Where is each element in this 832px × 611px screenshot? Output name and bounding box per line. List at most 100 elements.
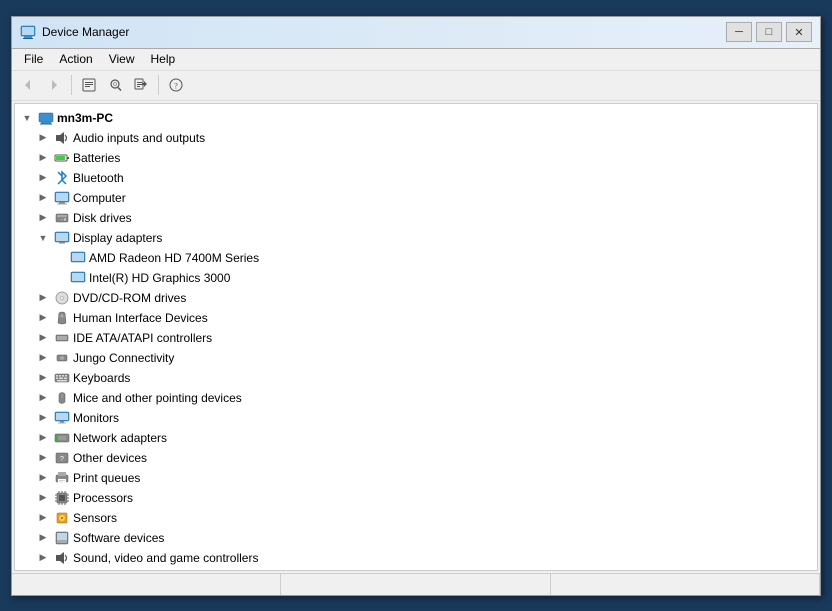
display-icon [54,230,70,246]
device-tree[interactable]: ▼ mn3m-PC ▶ [14,103,818,571]
menu-help[interactable]: Help [143,50,184,68]
tree-item-storage[interactable]: ▶ Storage controllers [15,568,817,571]
mice-expander[interactable]: ▶ [35,390,51,406]
print-label: Print queues [73,471,140,485]
bluetooth-expander[interactable]: ▶ [35,170,51,186]
other-icon: ? [54,450,70,466]
menu-file[interactable]: File [16,50,51,68]
audio-label: Audio inputs and outputs [73,131,205,145]
hid-expander[interactable]: ▶ [35,310,51,326]
monitors-expander[interactable]: ▶ [35,410,51,426]
ide-icon [54,330,70,346]
properties-button[interactable] [77,73,101,97]
content-area: ▼ mn3m-PC ▶ [12,101,820,573]
processors-expander[interactable]: ▶ [35,490,51,506]
amd-label: AMD Radeon HD 7400M Series [89,251,259,265]
dvd-expander[interactable]: ▶ [35,290,51,306]
status-segment-2 [281,574,550,595]
disk-icon [54,210,70,226]
tree-item-print[interactable]: ▶ Print queues [15,468,817,488]
ide-label: IDE ATA/ATAPI controllers [73,331,212,345]
sensors-expander[interactable]: ▶ [35,510,51,526]
menu-view[interactable]: View [101,50,143,68]
toolbar: ? [12,71,820,101]
display-label: Display adapters [73,231,162,245]
sensors-label: Sensors [73,511,117,525]
tree-item-sensors[interactable]: ▶ Sensors [15,508,817,528]
maximize-button[interactable]: □ [756,22,782,42]
app-icon [20,24,36,40]
tree-item-audio[interactable]: ▶ Audio inputs and outputs [15,128,817,148]
jungo-expander[interactable]: ▶ [35,350,51,366]
tree-item-bluetooth[interactable]: ▶ Bluetooth [15,168,817,188]
root-icon [38,110,54,126]
hid-icon [54,310,70,326]
back-button[interactable] [16,73,40,97]
help-button[interactable]: ? [164,73,188,97]
sound-expander[interactable]: ▶ [35,550,51,566]
processors-label: Processors [73,491,133,505]
network-label: Network adapters [73,431,167,445]
update-button[interactable] [129,73,153,97]
tree-item-hid[interactable]: ▶ Human Interface Devices [15,308,817,328]
intel-label: Intel(R) HD Graphics 3000 [89,271,230,285]
tree-item-display[interactable]: ▼ Display adapters [15,228,817,248]
menu-action[interactable]: Action [51,50,100,68]
software-icon [54,530,70,546]
keyboards-expander[interactable]: ▶ [35,370,51,386]
display-expander[interactable]: ▼ [35,230,51,246]
disk-label: Disk drives [73,211,132,225]
tree-item-processors[interactable]: ▶ [15,488,817,508]
status-segment-3 [551,574,820,595]
other-expander[interactable]: ▶ [35,450,51,466]
sound-label: Sound, video and game controllers [73,551,258,565]
tree-item-dvd[interactable]: ▶ DVD/CD-ROM drives [15,288,817,308]
tree-item-intel[interactable]: ▶ Intel(R) HD Graphics 3000 [15,268,817,288]
batteries-expander[interactable]: ▶ [35,150,51,166]
computer-expander[interactable]: ▶ [35,190,51,206]
tree-item-mice[interactable]: ▶ Mice and other pointing devices [15,388,817,408]
batteries-label: Batteries [73,151,120,165]
forward-button[interactable] [42,73,66,97]
disk-expander[interactable]: ▶ [35,210,51,226]
software-label: Software devices [73,531,164,545]
keyboards-label: Keyboards [73,371,130,385]
amd-icon [70,250,86,266]
tree-item-jungo[interactable]: ▶ Jungo Connectivity [15,348,817,368]
software-expander[interactable]: ▶ [35,530,51,546]
tree-item-other[interactable]: ▶ ? Other devices [15,448,817,468]
bluetooth-icon [54,170,70,186]
sound-icon [54,550,70,566]
tree-item-keyboards[interactable]: ▶ Keybo [15,368,817,388]
tree-item-monitors[interactable]: ▶ Monitors [15,408,817,428]
ide-expander[interactable]: ▶ [35,330,51,346]
tree-item-ide[interactable]: ▶ IDE ATA/ATAPI controllers [15,328,817,348]
bluetooth-label: Bluetooth [73,171,124,185]
tree-item-network[interactable]: ▶ Network adapters [15,428,817,448]
tree-root: ▼ mn3m-PC ▶ [15,104,817,571]
network-expander[interactable]: ▶ [35,430,51,446]
svg-text:?: ? [60,456,64,463]
processors-icon [54,490,70,506]
svg-text:?: ? [174,82,178,91]
tree-item-sound[interactable]: ▶ Sound, video and game controllers [15,548,817,568]
monitors-label: Monitors [73,411,119,425]
storage-expander[interactable]: ▶ [35,570,51,571]
tree-item-computer[interactable]: ▶ Computer [15,188,817,208]
window-title: Device Manager [42,25,726,39]
close-button[interactable]: ✕ [786,22,812,42]
root-expander[interactable]: ▼ [19,110,35,126]
tree-item-root[interactable]: ▼ mn3m-PC [15,108,817,128]
other-label: Other devices [73,451,147,465]
print-icon [54,470,70,486]
tree-item-amd[interactable]: ▶ AMD Radeon HD 7400M Series [15,248,817,268]
tree-item-disk[interactable]: ▶ Disk drives [15,208,817,228]
hid-label: Human Interface Devices [73,311,208,325]
scan-button[interactable] [103,73,127,97]
print-expander[interactable]: ▶ [35,470,51,486]
tree-item-batteries[interactable]: ▶ Batteries [15,148,817,168]
toolbar-separator-1 [71,75,72,95]
tree-item-software[interactable]: ▶ Software devices [15,528,817,548]
minimize-button[interactable]: ─ [726,22,752,42]
audio-expander[interactable]: ▶ [35,130,51,146]
